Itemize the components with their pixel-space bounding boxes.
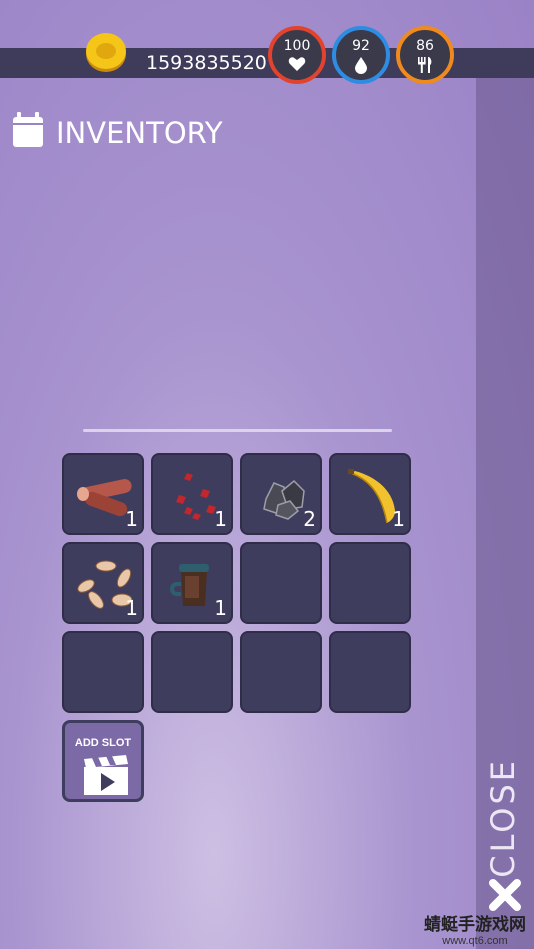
add-slot-button[interactable]: ADD SLOT <box>62 720 144 802</box>
video-clapper-icon <box>84 755 128 795</box>
slot-qty: 1 <box>125 507 138 531</box>
water-value: 92 <box>352 38 370 54</box>
food-stat: 86 <box>396 26 454 84</box>
close-label[interactable]: CLOSE <box>484 758 522 878</box>
inventory-icon <box>13 112 43 147</box>
health-value: 100 <box>283 38 311 54</box>
panel-title: INVENTORY <box>56 116 223 150</box>
inventory-slot-empty[interactable] <box>62 631 144 713</box>
slot-qty: 1 <box>392 507 405 531</box>
inventory-slot-berries[interactable]: 1 <box>151 453 233 535</box>
health-stat: 100 <box>268 26 326 84</box>
watermark-name: 蜻蜓手游戏网 <box>424 915 526 935</box>
food-value: 86 <box>416 38 434 54</box>
inventory-slot-coffee[interactable]: 1 <box>151 542 233 624</box>
water-stat: 92 <box>332 26 390 84</box>
inventory-slot-empty[interactable] <box>329 542 411 624</box>
inventory-slot-empty[interactable] <box>240 542 322 624</box>
inventory-slot-empty[interactable] <box>240 631 322 713</box>
slot-qty: 1 <box>214 596 227 620</box>
inventory-slot-empty[interactable] <box>329 631 411 713</box>
slot-qty: 2 <box>303 507 316 531</box>
water-drop-icon <box>336 56 386 79</box>
add-slot-label: ADD SLOT <box>74 737 132 749</box>
slot-qty: 1 <box>125 596 138 620</box>
watermark: 蜻蜓手游戏网 www.qt6.com <box>424 915 526 947</box>
watermark-url: www.qt6.com <box>442 934 508 947</box>
heart-icon <box>272 56 322 77</box>
inventory-slot-banana[interactable]: 1 <box>329 453 411 535</box>
coin-balance: 1593835520 <box>146 52 267 74</box>
fork-knife-icon <box>400 56 450 79</box>
coin-icon <box>86 33 126 72</box>
inventory-slot-wood[interactable]: 1 <box>62 453 144 535</box>
inventory-slot-seeds[interactable]: 1 <box>62 542 144 624</box>
inventory-slot-coal[interactable]: 2 <box>240 453 322 535</box>
slot-qty: 1 <box>214 507 227 531</box>
close-icon[interactable] <box>488 878 522 912</box>
inventory-slot-empty[interactable] <box>151 631 233 713</box>
divider <box>83 429 392 432</box>
